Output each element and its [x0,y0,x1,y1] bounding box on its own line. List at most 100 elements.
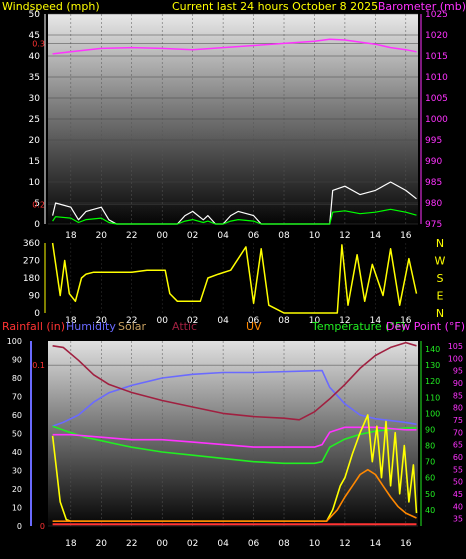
barometer-tick-label: 985 [425,178,442,188]
time-tick-label-top: 02 [187,231,198,241]
dewpoint-tick-label: 40 [453,502,463,511]
dewpoint-tick-label: 60 [453,453,463,462]
time-tick-label-bottom: 04 [217,539,229,549]
time-tick-label-bottom: 16 [400,539,412,549]
barometer-tick-label: 1005 [425,94,448,104]
barometer-tick-label: 990 [425,157,442,167]
temperature-tick-label: 110 [425,393,440,402]
time-tick-label-top: 20 [96,231,108,241]
uv-legend: UV [246,320,262,333]
compass-label: E [437,290,444,303]
wind-tick-label: 20 [29,136,41,146]
temperature-tick-label: 60 [425,474,435,483]
humidity-tick-label: 80 [12,374,22,383]
time-tick-label-bottom: 08 [278,539,290,549]
wind-tick-label: 0 [34,220,40,230]
time-tick-label-top: 22 [126,231,137,241]
dewpoint-tick-label: 45 [453,490,463,499]
humidity-tick-label: 50 [12,430,22,439]
temperature-tick-label: 100 [425,409,440,418]
barometer-tick-label: 1015 [425,52,448,62]
dewpoint-tick-label: 65 [453,441,463,450]
time-tick-label-bottom: 06 [248,539,260,549]
humidity-tick-label: 40 [12,448,22,457]
direction-tick-label: 270 [23,257,40,267]
wind-axis-title: Windspeed (mph) [2,0,100,13]
dewpoint-tick-label: 55 [453,465,463,474]
barometer-tick-label: 1025 [425,10,448,20]
rain-tick-label: 0 [40,522,45,531]
barometer-tick-label: 975 [425,220,442,230]
time-tick-label-top: 12 [339,231,350,241]
direction-tick-label: 360 [23,239,40,249]
time-tick-label-bottom: 22 [126,539,137,549]
time-tick-label-top: 06 [248,231,260,241]
wind-tick-label: 50 [29,10,41,20]
time-tick-label-bottom: 18 [65,539,77,549]
humidity-tick-label: 90 [12,356,22,365]
dewpoint-tick-label: 80 [453,404,463,413]
compass-label: N [436,307,444,320]
compass-label: S [437,272,444,285]
dewpoint-tick-label: 100 [448,354,463,363]
temperature-tick-label: 130 [425,361,440,370]
wind-tick-label: 25 [29,115,40,125]
wind-tick-label: 15 [29,157,40,167]
humidity-tick-label: 30 [12,467,22,476]
temperature-tick-label: 80 [425,442,435,451]
compass-label: N [436,237,444,250]
dewpoint-tick-label: 95 [453,367,463,376]
compass-label: W [435,255,446,268]
dewpoint-tick-label: 105 [448,342,463,351]
dewpoint-tick-label: 70 [453,428,463,437]
direction-tick-label: 90 [29,292,41,302]
attic-legend: Attic [172,320,197,333]
time-tick-label-top: 08 [278,231,290,241]
wind-tick-label: 40 [29,52,41,62]
time-tick-label-bottom: 12 [339,539,350,549]
barometer-axis-title: Barometer (mb) [378,0,466,13]
humidity-legend: Humidity [66,320,116,333]
humidity-tick-label: 20 [12,485,22,494]
dewpoint-tick-label: 75 [453,416,463,425]
dewpoint-tick-label: 85 [453,391,463,400]
barometer-tick-label: 1000 [425,115,448,125]
dewpoint-tick-label: 90 [453,379,463,388]
barometer-tick-label: 1010 [425,73,448,83]
dir-plot-area [48,243,418,313]
time-tick-label-top: 14 [370,231,382,241]
rain-tick-label: 0.1 [32,361,45,370]
barometer-tick-label: 1020 [425,31,448,41]
rain-legend: Rainfall (in) [2,320,65,333]
humidity-tick-label: 70 [12,393,22,402]
solar-legend: Solar [118,320,147,333]
time-tick-label-bottom: 00 [156,539,168,549]
time-tick-label-top: 16 [400,231,412,241]
dewpoint-tick-label: 35 [453,515,463,524]
temperature-tick-label: 90 [425,425,435,434]
temperature-tick-label: 40 [425,506,435,515]
wind-tick-label: 10 [29,178,41,188]
temperature-tick-label: 70 [425,458,435,467]
humidity-tick-label: 0 [17,522,22,531]
barometer-tick-label: 995 [425,136,442,146]
direction-tick-label: 180 [23,274,40,284]
chart-title: Current last 24 hours October 8 2025 [172,0,378,13]
temperature-tick-label: 50 [425,490,435,499]
humidity-tick-label: 100 [7,337,22,346]
time-tick-label-dir: 04 [217,316,229,326]
rain-tick-label: 0.2 [32,200,45,209]
wind-tick-label: 30 [29,94,41,104]
weather-chart-svg: Windspeed (mph) Current last 24 hours Oc… [2,0,466,549]
time-tick-label-bottom: 20 [96,539,108,549]
time-tick-label-top: 04 [217,231,229,241]
humidity-tick-label: 10 [12,504,22,513]
barometer-tick-label: 980 [425,199,442,209]
temperature-tick-label: 120 [425,377,440,386]
time-tick-label-dir: 00 [156,316,168,326]
rain-tick-label: 0.3 [32,39,45,48]
wind-tick-label: 35 [29,73,40,83]
time-tick-label-dir: 08 [278,316,290,326]
time-tick-label-bottom: 02 [187,539,198,549]
dewpoint-legend: Dew Point (°F) [386,320,465,333]
